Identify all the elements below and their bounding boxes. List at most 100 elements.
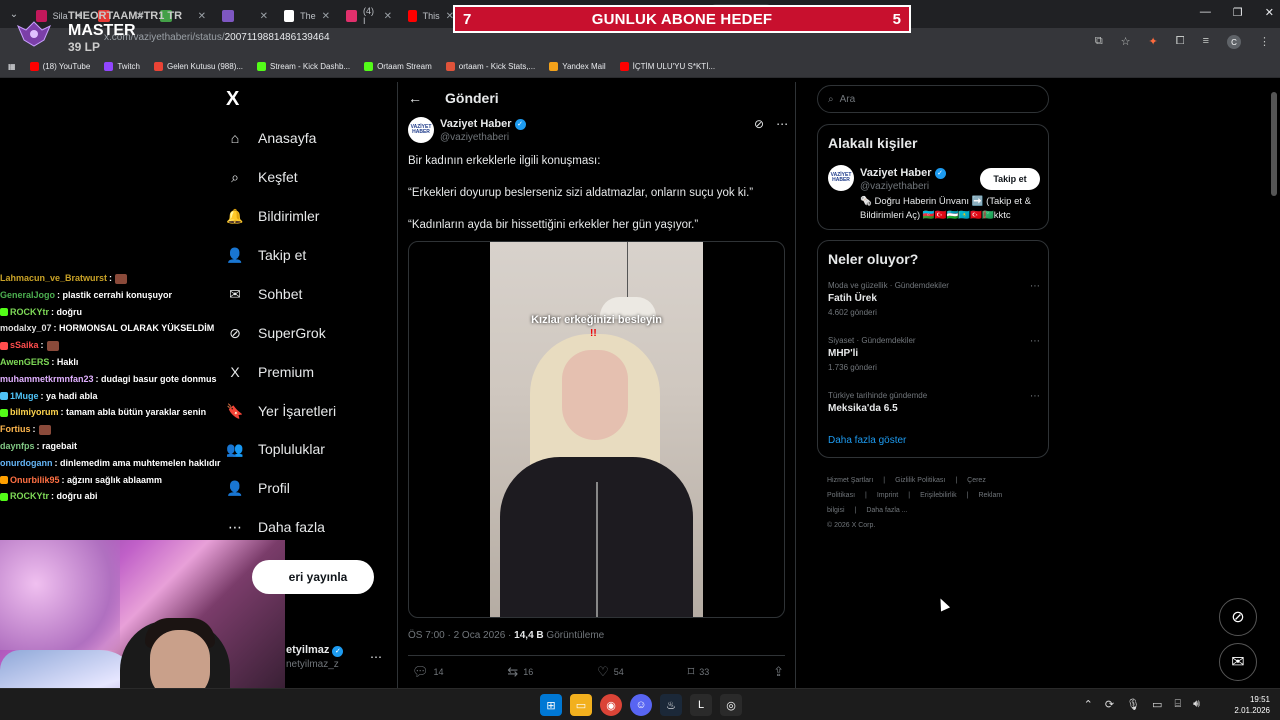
bookmark-item[interactable]: İÇTİM ULU'YU S*KTİ... [619,62,715,71]
network-icon[interactable]: ⌸ [1174,698,1181,711]
tab-close-icon[interactable]: ✕ [322,11,330,22]
footer-link[interactable]: Gizlilik Politikası [895,477,945,484]
tab-search-icon[interactable]: ⌄ [0,9,28,20]
more-circle-icon: ⋯ [228,518,242,535]
chat-message: sSaika: [0,337,230,354]
extensions-puzzle-icon[interactable]: ⧠ [1176,35,1185,49]
account-more-icon[interactable]: ⋯ [370,650,382,664]
trend-item[interactable]: Türkiye tarihinde gündemde Meksika'da 6.5… [828,391,1040,414]
back-arrow-icon[interactable]: ← [408,90,422,106]
minimize-icon[interactable]: — [1200,6,1211,19]
chat-username: onurdogann [0,457,53,468]
bookmark-item[interactable]: ortaam - Kick Stats,... [445,62,535,71]
chat-username: GeneralJogo [0,289,56,300]
related-name[interactable]: Vaziyet Haber ✓ [860,167,946,179]
close-icon[interactable]: ✕ [1265,6,1274,19]
nav-label: Yer İşaretleri [258,403,337,419]
post-video[interactable]: Kızlar erkeğinizi besleyin !! [408,241,785,618]
apps-grid-icon[interactable]: ▦ [8,62,16,71]
footer-link[interactable]: Daha fazla ... [866,507,907,514]
maximize-icon[interactable]: ❐ [1233,6,1243,19]
mouse-cursor-icon [935,596,951,612]
nav-item-more-circle[interactable]: ⋯ Daha fazla [226,518,325,536]
trend-category: Türkiye tarihinde gündemde [828,391,928,400]
bookmark-button[interactable]: ⌑ 33 [688,664,710,680]
bookmark-star-icon[interactable]: ☆ [1121,35,1131,49]
file-explorer-icon[interactable]: ▭ [570,694,592,716]
nav-item-x-premium[interactable]: X Premium [226,363,314,381]
related-avatar[interactable]: VAZİYET HABER [828,165,854,191]
chrome-icon[interactable]: ◉ [600,694,622,716]
show-more-link[interactable]: Daha fazla göster [828,435,906,446]
steam-icon[interactable]: ♨ [660,694,682,716]
tray-sync-icon[interactable]: ⟳ [1105,698,1114,711]
obs-icon[interactable]: ◎ [720,694,742,716]
league-client-icon[interactable]: L [690,694,712,716]
nav-item-bookmark[interactable]: 🔖 Yer İşaretleri [226,402,336,420]
scrollbar[interactable] [1271,92,1277,196]
x-logo[interactable]: X [226,88,239,111]
footer-link[interactable]: Erişilebilirlik [920,492,957,499]
trend-item[interactable]: Moda ve güzellik · Gündemdekiler Fatih Ür… [828,281,1040,317]
post-button[interactable]: eri yayınla [252,560,374,594]
share-button[interactable]: ⇪ [773,664,784,680]
nav-item-person-plus[interactable]: 👤 Takip et [226,246,306,264]
profile-avatar[interactable]: C [1227,35,1241,49]
bookmark-item[interactable]: (18) YouTube [29,62,90,71]
install-app-icon[interactable]: ⧉ [1095,35,1103,49]
author-handle[interactable]: @vaziyethaberi [440,132,509,143]
nav-item-communities[interactable]: 👥 Topluluklar [226,440,325,458]
bookmark-item[interactable]: Ortaam Stream [364,62,432,71]
nav-item-search[interactable]: ⌕ Keşfet [226,168,298,186]
account-switcher[interactable]: etyilmaz ✓ netyilmaz_z [286,644,344,670]
bookmark-item[interactable]: Yandex Mail [549,62,606,71]
menu-kebab-icon[interactable]: ⋮ [1259,35,1270,49]
search-input[interactable]: ⌕ Ara [817,85,1049,113]
display-icon[interactable]: ▭ [1152,698,1162,711]
nav-item-profile[interactable]: 👤 Profil [226,479,290,497]
grok-icon[interactable]: ⊘ [754,117,764,131]
nav-item-home[interactable]: ⌂ Anasayfa [226,129,317,147]
nav-item-bell[interactable]: 🔔 Bildirimler [226,207,319,225]
reply-button[interactable]: 💬︎ 14 [412,664,444,680]
repost-button[interactable]: ⇆ 16 [507,664,533,680]
tab-close-icon[interactable]: ✕ [260,11,268,22]
tray-chevron-icon[interactable]: ⌃ [1084,698,1093,711]
discord-icon[interactable]: ☺ [630,694,652,716]
video-frame[interactable]: Kızlar erkeğinizi besleyin !! [490,242,703,617]
start-menu-icon[interactable]: ⊞ [540,694,562,716]
like-button[interactable]: ♡ 54 [597,664,624,680]
bookmark-item[interactable]: Gelen Kutusu (988)... [153,62,243,71]
browser-tab[interactable]: ✕ [214,4,276,28]
bookmark-item[interactable]: Twitch [104,62,140,71]
media-control-icon[interactable]: ≡ [1203,35,1209,49]
trend-item[interactable]: Siyaset · Gündemdekiler MHP'li 1.736 gönde… [828,336,1040,372]
author-name[interactable]: Vaziyet Haber ✓ [440,118,526,130]
address-bar[interactable]: x.com/vaziyethaberi/status/2007119881486… [104,32,330,43]
nav-item-grok[interactable]: ⊘ SuperGrok [226,324,326,342]
nav-item-envelope[interactable]: ✉ Sohbet [226,285,302,303]
grok-floating-button[interactable]: ⊘ [1219,598,1257,636]
browser-tab[interactable]: The ✕ [276,4,338,28]
system-clock[interactable]: 19:51 2.01.2026 [1234,694,1270,716]
extension-icon[interactable]: ✦ [1149,35,1158,49]
author-avatar[interactable]: VAZİYET HABER [408,117,434,143]
chat-message: Lahmacun_ve_Bratwurst: [0,270,230,287]
microphone-icon[interactable]: 🎙︎ [1126,698,1140,711]
footer-link[interactable]: Hizmet Şartları [827,477,873,484]
footer-link[interactable]: Imprint [877,492,898,499]
tab-close-icon[interactable]: ✕ [198,11,206,22]
goal-current: 7 [463,10,472,28]
post-more-icon[interactable]: ⋯ [776,117,788,131]
trend-more-icon[interactable]: ⋯ [1030,336,1040,347]
tab-close-icon[interactable]: ✕ [384,11,392,22]
related-handle[interactable]: @vaziyethaberi [860,181,929,192]
follow-button[interactable]: Takip et [980,168,1040,190]
volume-icon[interactable]: 🔊︎ [1193,698,1200,711]
trend-more-icon[interactable]: ⋯ [1030,281,1040,292]
reply-icon: 💬︎ [412,664,429,679]
browser-tab[interactable]: (4) I ✕ [338,4,400,28]
bookmark-item[interactable]: Stream - Kick Dashb... [257,62,350,71]
messages-floating-button[interactable]: ✉ [1219,643,1257,681]
trend-more-icon[interactable]: ⋯ [1030,391,1040,402]
